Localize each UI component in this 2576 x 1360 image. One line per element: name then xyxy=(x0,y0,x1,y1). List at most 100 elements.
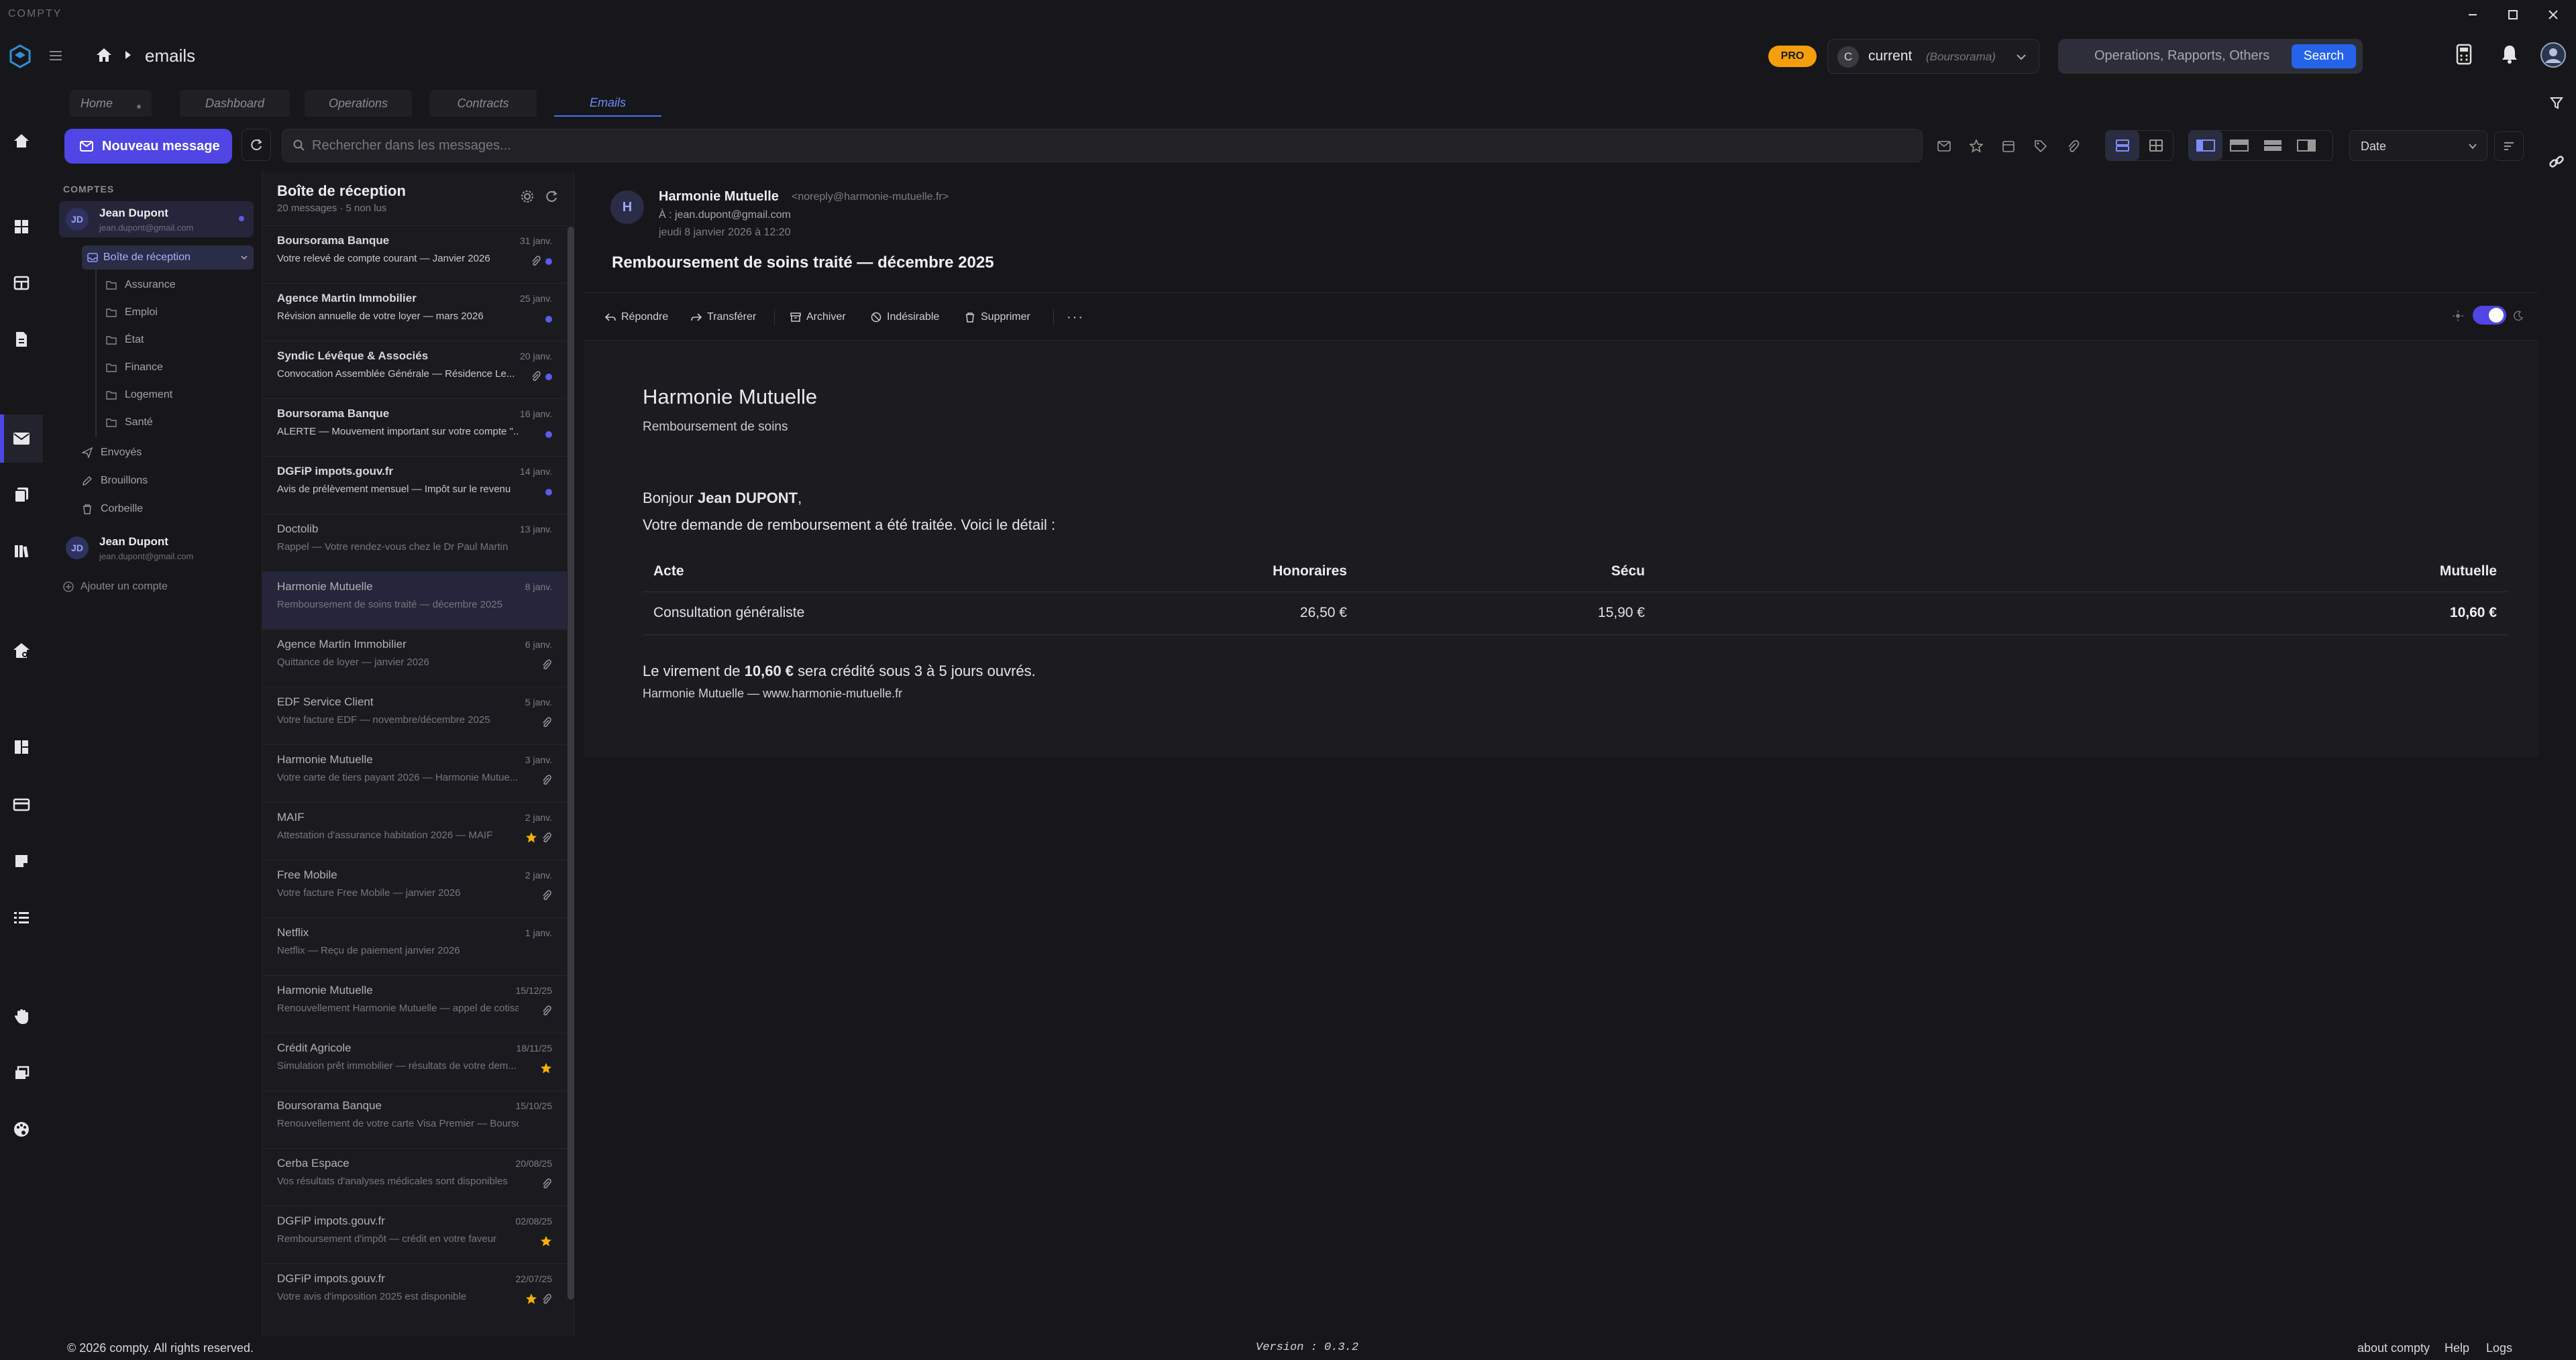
message-search[interactable] xyxy=(282,129,1923,162)
tag-filter-icon[interactable] xyxy=(2029,134,2053,158)
tab-home[interactable]: Home ■ xyxy=(70,90,152,117)
more-icon[interactable]: ··· xyxy=(1067,308,1084,327)
folder-sante[interactable]: Santé xyxy=(101,410,248,435)
folder-finance[interactable]: Finance xyxy=(101,355,248,380)
list-item[interactable]: Boursorama Banque Votre relevé de compte … xyxy=(262,225,567,283)
help-link[interactable]: Help xyxy=(2445,1341,2469,1355)
star-filter-icon[interactable] xyxy=(1964,134,1988,158)
tab-contracts[interactable]: Contracts xyxy=(429,90,537,117)
mail-filter-icon[interactable] xyxy=(1932,134,1956,158)
sort-order-button[interactable] xyxy=(2494,131,2524,161)
global-search[interactable]: Operations, Rapports, Others Search xyxy=(2058,39,2363,74)
house-settings-nav-icon[interactable] xyxy=(9,638,34,663)
app-logo-icon[interactable] xyxy=(7,43,34,70)
new-message-button[interactable]: Nouveau message xyxy=(64,129,232,164)
star-icon[interactable] xyxy=(525,832,537,844)
refresh-button[interactable] xyxy=(241,129,271,161)
forward-button[interactable]: Transférer xyxy=(691,308,756,327)
list-nav-icon[interactable] xyxy=(9,905,34,929)
document-nav-icon[interactable] xyxy=(9,327,34,351)
tab-emails[interactable]: Emails xyxy=(554,90,661,117)
list-item[interactable]: Doctolib Rappel — Votre rendez-vous chez … xyxy=(262,514,567,571)
maximize-icon[interactable] xyxy=(2502,4,2524,25)
sort-select[interactable]: Date xyxy=(2349,130,2487,161)
delete-button[interactable]: Supprimer xyxy=(965,308,1030,327)
folder-inbox[interactable]: Boîte de réception xyxy=(82,245,254,270)
list-item[interactable]: Harmonie Mutuelle Votre carte de tiers pa… xyxy=(262,744,567,802)
list-item[interactable]: Syndic Lévêque & Associés Convocation Ass… xyxy=(262,341,567,398)
split-vertical-icon[interactable] xyxy=(2189,131,2222,160)
attachment-filter-icon[interactable] xyxy=(2061,134,2085,158)
settings-icon[interactable] xyxy=(520,189,535,204)
folder-logement[interactable]: Logement xyxy=(101,382,248,408)
filter-icon[interactable] xyxy=(2549,95,2564,110)
menu-icon[interactable] xyxy=(48,48,63,63)
hand-nav-icon[interactable] xyxy=(9,1005,34,1029)
account-primary[interactable]: JD Jean Dupont jean.dupont@gmail.com xyxy=(59,201,254,237)
density-toggle[interactable] xyxy=(2105,130,2174,161)
close-icon[interactable] xyxy=(2542,4,2564,25)
list-item[interactable]: EDF Service Client Votre facture EDF — no… xyxy=(262,687,567,744)
link-icon[interactable] xyxy=(2548,153,2565,170)
calendar-filter-icon[interactable] xyxy=(1996,134,2021,158)
global-search-button[interactable]: Search xyxy=(2292,44,2356,68)
list-item[interactable]: Harmonie Mutuelle Renouvellement Harmonie… xyxy=(262,975,567,1033)
star-icon[interactable] xyxy=(525,1293,537,1305)
sync-icon[interactable] xyxy=(544,189,559,204)
archive-button[interactable]: Archiver xyxy=(790,308,846,327)
list-item[interactable]: Agence Martin Immobilier Révision annuell… xyxy=(262,283,567,341)
star-icon[interactable] xyxy=(540,1235,552,1247)
folder-sent[interactable]: Envoyés xyxy=(82,440,142,465)
folder-drafts[interactable]: Brouillons xyxy=(82,468,148,494)
folder-etat[interactable]: État xyxy=(101,327,248,353)
windows-nav-icon[interactable] xyxy=(9,1061,34,1085)
layout-toggle[interactable] xyxy=(2188,130,2333,161)
account-secondary[interactable]: JD Jean Dupont jean.dupont@gmail.com xyxy=(59,530,254,566)
star-icon[interactable] xyxy=(540,1062,552,1074)
account-selector[interactable]: C current (Boursorama) xyxy=(1827,39,2039,74)
search-input[interactable] xyxy=(312,129,1909,162)
folder-trash[interactable]: Corbeille xyxy=(82,496,143,522)
message-list-scrollbar[interactable] xyxy=(568,227,574,1300)
layout-nav-icon[interactable] xyxy=(9,735,34,759)
folder-emploi[interactable]: Emploi xyxy=(101,300,248,325)
user-avatar-icon[interactable] xyxy=(2540,42,2567,68)
library-nav-icon[interactable] xyxy=(9,539,34,563)
list-item[interactable]: Boursorama Banque ALERTE — Mouvement impo… xyxy=(262,398,567,456)
card-nav-icon[interactable] xyxy=(9,793,34,817)
bell-icon[interactable] xyxy=(2500,43,2520,64)
calculator-icon[interactable] xyxy=(2454,43,2474,66)
comfortable-view-icon[interactable] xyxy=(2106,131,2139,160)
list-item[interactable]: Netflix Netflix — Reçu de paiement janvie… xyxy=(262,917,567,975)
palette-nav-icon[interactable] xyxy=(9,1117,34,1141)
add-account-button[interactable]: Ajouter un compte xyxy=(63,574,168,600)
folder-assurance[interactable]: Assurance xyxy=(101,272,248,298)
files-nav-icon[interactable] xyxy=(9,483,34,507)
list-item[interactable]: Cerba Espace Vos résultats d'analyses méd… xyxy=(262,1148,567,1206)
about-link[interactable]: about compty xyxy=(2357,1341,2430,1355)
list-item[interactable]: Free Mobile Votre facture Free Mobile — j… xyxy=(262,860,567,917)
list-item[interactable]: Boursorama Banque Renouvellement de votre… xyxy=(262,1090,567,1148)
reader-only-icon[interactable] xyxy=(2290,131,2323,160)
home-icon[interactable] xyxy=(95,47,113,63)
operations-nav-icon[interactable] xyxy=(9,271,34,295)
emails-nav-icon[interactable] xyxy=(9,427,34,451)
logs-link[interactable]: Logs xyxy=(2486,1341,2512,1355)
list-item[interactable]: Harmonie Mutuelle Remboursement de soins … xyxy=(262,571,567,629)
list-item[interactable]: DGFiP impots.gouv.fr Remboursement d'impô… xyxy=(262,1206,567,1263)
note-nav-icon[interactable] xyxy=(9,849,34,873)
dark-mode-toggle[interactable] xyxy=(2473,306,2506,325)
grid-view-icon[interactable] xyxy=(2139,131,2173,160)
list-only-icon[interactable] xyxy=(2256,131,2290,160)
list-item[interactable]: MAIF Attestation d'assurance habitation 2… xyxy=(262,802,567,860)
list-item[interactable]: Agence Martin Immobilier Quittance de loy… xyxy=(262,629,567,687)
junk-button[interactable]: Indésirable xyxy=(871,308,939,327)
dashboard-nav-icon[interactable] xyxy=(9,215,34,239)
list-item[interactable]: DGFiP impots.gouv.fr Votre avis d'imposit… xyxy=(262,1263,567,1321)
home-nav-icon[interactable] xyxy=(9,129,34,153)
split-horizontal-icon[interactable] xyxy=(2222,131,2256,160)
reply-button[interactable]: Répondre xyxy=(605,308,668,327)
list-item[interactable]: Crédit Agricole Simulation prêt immobilie… xyxy=(262,1033,567,1090)
tab-dashboard[interactable]: Dashboard xyxy=(180,90,290,117)
list-item[interactable]: DGFiP impots.gouv.fr Avis de prélèvement … xyxy=(262,456,567,514)
